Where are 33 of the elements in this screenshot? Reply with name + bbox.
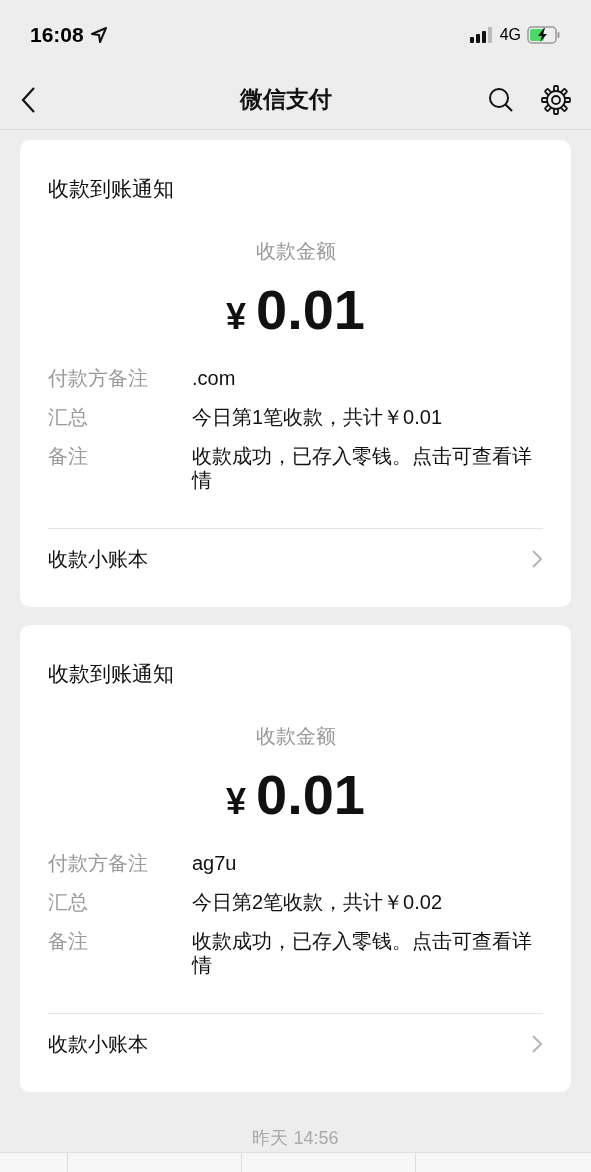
amount-value: 0.01 [256, 764, 365, 826]
card-title: 收款到账通知 [48, 661, 175, 687]
page-title: 微信支付 [239, 85, 332, 115]
field-label: 付款方备注 [48, 851, 149, 875]
chevron-right-icon [531, 549, 543, 569]
field-value: .com [192, 366, 237, 390]
amount-label: 收款金额 [255, 724, 336, 749]
currency-symbol: ¥ [226, 295, 246, 339]
field-value: 收款成功，已存入零钱。点击可查看详情 [192, 929, 533, 977]
field-label: 汇总 [48, 890, 89, 914]
field-label: 汇总 [48, 405, 89, 429]
network-label: 4G [499, 25, 521, 45]
field-value: 今日第2笔收款，共计￥0.02 [192, 890, 444, 914]
field-label: 备注 [48, 444, 89, 469]
field-value: 今日第1笔收款，共计￥0.01 [192, 405, 444, 429]
ledger-link[interactable]: 收款小账本 [48, 529, 543, 589]
timestamp: 昨天 14:56 [252, 1127, 339, 1150]
field-label: 备注 [48, 929, 89, 954]
amount-value: 0.01 [256, 279, 365, 341]
status-time: 16:08 [30, 22, 84, 49]
amount-label: 收款金额 [255, 239, 336, 264]
field-value: 收款成功，已存入零钱。点击可查看详情 [192, 444, 533, 492]
field-label: 付款方备注 [48, 366, 149, 390]
location-arrow-icon [89, 26, 108, 44]
battery-charging-icon [527, 26, 561, 44]
field-value: ag7u [192, 851, 238, 875]
ledger-link[interactable]: 收款小账本 [48, 1014, 543, 1074]
signal-icon [469, 27, 494, 43]
card-title: 收款到账通知 [48, 176, 175, 202]
settings-button[interactable] [541, 84, 571, 115]
search-button[interactable] [487, 85, 515, 114]
currency-symbol: ¥ [226, 780, 246, 824]
chevron-right-icon [531, 1034, 543, 1054]
